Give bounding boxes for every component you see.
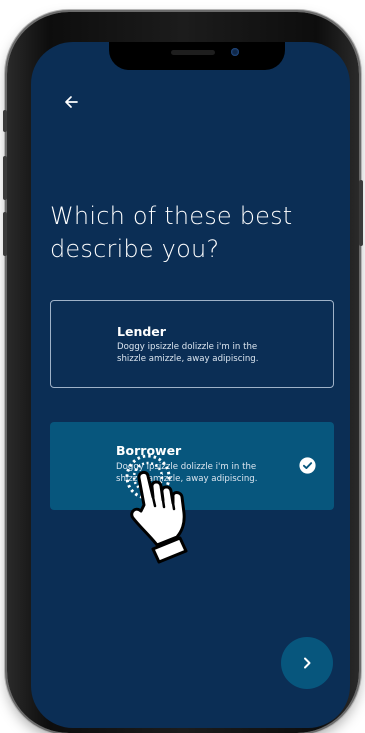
option-description: Doggy ipsizzle dolizzle i'm in the shizz…: [117, 342, 259, 364]
check-circle-icon: [299, 457, 316, 474]
back-button[interactable]: [59, 90, 83, 114]
volume-down-button: [3, 212, 7, 256]
power-button: [359, 180, 363, 246]
speaker-grille: [171, 50, 215, 55]
option-card-lender[interactable]: Lender Doggy ipsizzle dolizzle i'm in th…: [50, 300, 334, 388]
app-screen: Which of these best describe you? Lender…: [31, 42, 350, 728]
front-camera: [231, 48, 239, 56]
mute-switch: [3, 110, 7, 132]
page-title: Which of these best describe you?: [50, 202, 293, 263]
option-title: Lender: [117, 324, 166, 339]
option-description: Doggy ipsizzle dolizzle i'm in the shizz…: [116, 462, 258, 484]
arrow-left-icon: [65, 96, 78, 108]
option-card-borrower[interactable]: Borrower Doggy ipsizzle dolizzle i'm in …: [50, 422, 334, 510]
phone-notch: [109, 42, 285, 70]
chevron-right-icon: [304, 657, 311, 669]
next-button[interactable]: [281, 637, 333, 689]
volume-up-button: [3, 156, 7, 200]
option-title: Borrower: [116, 443, 182, 458]
phone-frame: Which of these best describe you? Lender…: [3, 12, 363, 733]
